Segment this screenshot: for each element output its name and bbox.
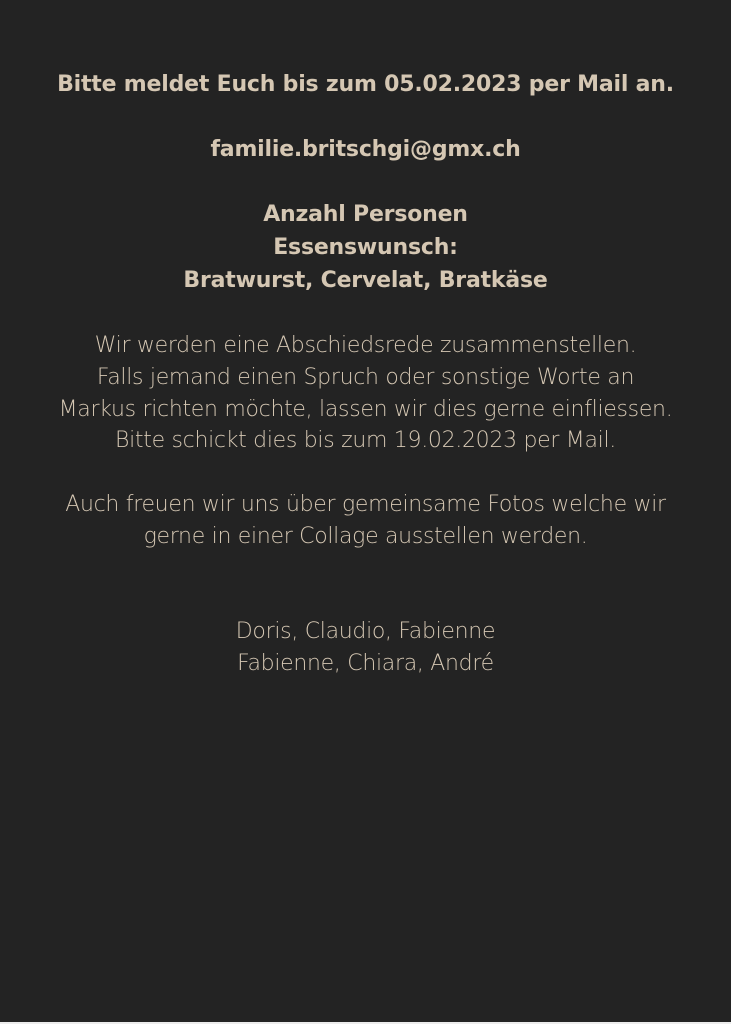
signature-line-2: Fabienne, Chiara, André xyxy=(237,651,494,676)
speech-line-2: Falls jemand einen Spruch oder sonstige … xyxy=(96,365,635,390)
photos-line-1: Auch freuen wir uns über gemeinsame Foto… xyxy=(65,492,666,517)
contact-email: familie.britschgi@gmx.ch xyxy=(210,137,521,162)
speech-line-1: Wir werden eine Abschiedsrede zusammenst… xyxy=(94,333,637,358)
speech-line-4: Bitte schickt dies bis zum 19.02.2023 pe… xyxy=(115,428,616,453)
signature-line-1: Doris, Claudio, Fabienne xyxy=(235,619,496,644)
photos-line-2: gerne in einer Collage ausstellen werden… xyxy=(143,524,588,549)
invitation-page: Bitte meldet Euch bis zum 05.02.2023 per… xyxy=(0,0,731,1022)
rsvp-deadline-text: Bitte meldet Euch bis zum 05.02.2023 per… xyxy=(57,72,674,97)
speech-line-3: Markus richten möchte, lassen wir dies g… xyxy=(58,397,673,422)
person-count-label: Anzahl Personen xyxy=(263,202,468,227)
food-options-text: Bratwurst, Cervelat, Bratkäse xyxy=(183,268,548,293)
food-wish-label: Essenswunsch: xyxy=(273,235,458,260)
